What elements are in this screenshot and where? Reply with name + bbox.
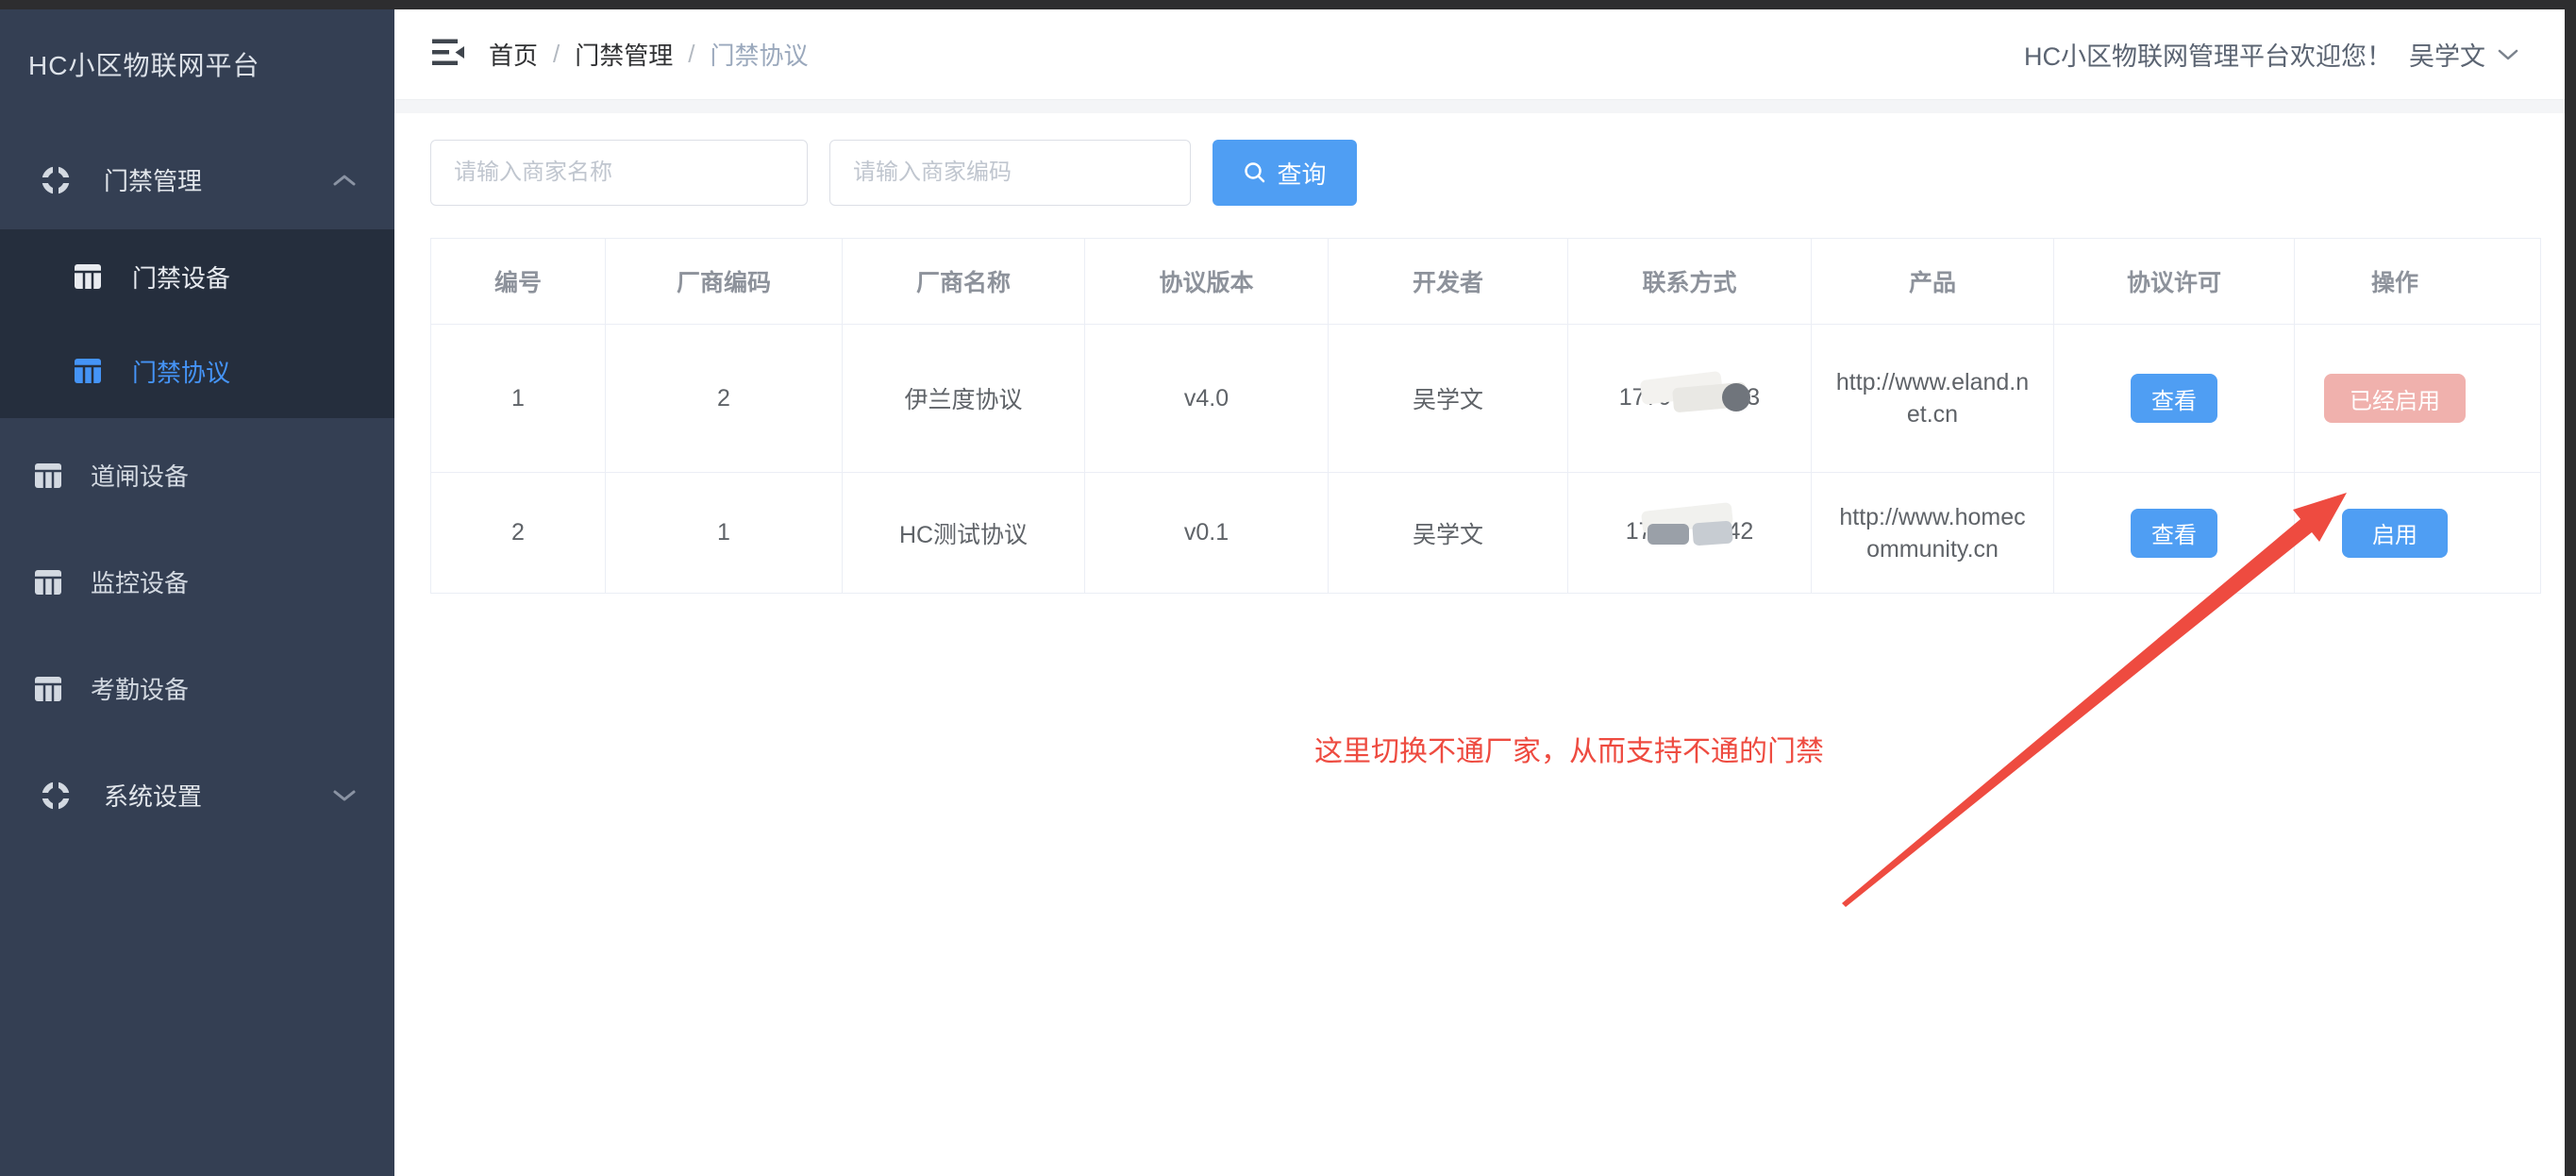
cell-license: 查看	[2053, 472, 2295, 594]
sidebar-item-label: 考勤设备	[91, 676, 190, 704]
cell-no: 1	[430, 324, 606, 473]
screenshot-right-edge	[2565, 0, 2576, 1176]
chevron-up-icon	[333, 175, 356, 185]
cell-version: v0.1	[1084, 472, 1329, 594]
query-button[interactable]: 查询	[1213, 140, 1357, 206]
cell-no: 2	[430, 472, 606, 594]
screenshot-top-edge	[0, 0, 2576, 9]
table-icon	[75, 264, 101, 289]
redaction-smudge	[1641, 501, 1734, 550]
col-developer: 开发者	[1328, 238, 1568, 325]
sidebar-item-access-protocols[interactable]: 门禁协议	[0, 324, 394, 418]
col-version: 协议版本	[1084, 238, 1329, 325]
sidebar-item-attendance-devices[interactable]: 考勤设备	[0, 639, 394, 738]
breadcrumb-home[interactable]: 首页	[489, 37, 538, 72]
col-vendor-code: 厂商编码	[605, 238, 843, 325]
cell-product: http://www.eland.net.cn	[1811, 324, 2054, 473]
col-no: 编号	[430, 238, 606, 325]
redaction-smudge	[1640, 370, 1751, 415]
protocol-table: 编号 厂商编码 厂商名称 协议版本 开发者 联系方式 产品 协议许可 操作 1 …	[430, 238, 2541, 594]
cell-contact: 17742	[1567, 472, 1812, 594]
product-url: http://www.eland.net.cn	[1835, 369, 2030, 428]
sidebar-item-access-management[interactable]: 门禁管理	[0, 130, 394, 229]
sidebar-item-label: 门禁管理	[104, 167, 203, 195]
table-row: 1 2 伊兰度协议 v4.0 吴学文 177943 http://www.ela…	[430, 324, 2541, 473]
chevron-down-icon[interactable]	[2497, 48, 2519, 61]
cell-version: v4.0	[1084, 324, 1329, 473]
main-content: 查询 编号 厂商编码 厂商名称 协议版本 开发者 联系方式 产品 协议许可 操作	[394, 113, 2576, 1176]
col-vendor-name: 厂商名称	[842, 238, 1085, 325]
user-area: HC小区物联网管理平台欢迎您！ 吴学文	[2024, 9, 2519, 99]
view-button[interactable]: 查看	[2131, 374, 2217, 423]
query-button-label: 查询	[1277, 160, 1327, 189]
sidebar-fold-icon[interactable]	[430, 36, 466, 73]
annotation-text: 这里切换不通厂家，从而支持不通的门禁	[1314, 736, 1824, 767]
sidebar-item-label: 门禁协议	[132, 358, 231, 387]
cell-vendor-name: HC测试协议	[842, 472, 1085, 594]
cell-vendor-name: 伊兰度协议	[842, 324, 1085, 473]
sidebar-item-system-settings[interactable]: 系统设置	[0, 746, 394, 845]
app-title: HC小区物联网平台	[28, 51, 260, 80]
table-icon	[35, 569, 61, 595]
cell-actions: 已经启用	[2294, 324, 2541, 473]
breadcrumb-section[interactable]: 门禁管理	[575, 37, 673, 72]
table-icon	[35, 676, 61, 701]
view-button[interactable]: 查看	[2131, 508, 2217, 558]
sidebar-item-monitor-devices[interactable]: 监控设备	[0, 532, 394, 631]
cell-license: 查看	[2053, 324, 2295, 473]
table-row: 2 1 HC测试协议 v0.1 吴学文 17742 http://www.hom…	[430, 472, 2541, 594]
table-header-row: 编号 厂商编码 厂商名称 协议版本 开发者 联系方式 产品 协议许可 操作	[430, 238, 2541, 325]
sidebar-item-label: 道闸设备	[91, 462, 190, 491]
cell-actions: 启用	[2294, 472, 2541, 594]
enable-button[interactable]: 启用	[2342, 508, 2448, 558]
breadcrumb: 首页 / 门禁管理 / 门禁协议	[489, 9, 809, 99]
sidebar-menu: 门禁管理 门禁设备 门禁协议 道闸设备 监控设备 考勤设备 系统设置	[0, 130, 394, 845]
breadcrumb-separator: /	[688, 40, 695, 68]
cell-vendor-code: 1	[605, 472, 843, 594]
table-icon	[35, 462, 61, 488]
col-actions: 操作	[2294, 238, 2541, 325]
top-header: 首页 / 门禁管理 / 门禁协议 HC小区物联网管理平台欢迎您！ 吴学文	[394, 9, 2576, 100]
search-toolbar: 查询	[430, 140, 1357, 206]
header-shadow-band	[394, 100, 2576, 113]
aim-icon	[42, 165, 70, 194]
vendor-code-input[interactable]	[829, 140, 1191, 206]
breadcrumb-current: 门禁协议	[710, 42, 809, 70]
welcome-text: HC小区物联网管理平台欢迎您！	[2024, 42, 2392, 71]
cell-developer: 吴学文	[1328, 472, 1568, 594]
sidebar-submenu-access: 门禁设备 门禁协议	[0, 229, 394, 418]
sidebar-item-label: 系统设置	[104, 782, 203, 811]
sidebar-item-label: 门禁设备	[132, 263, 231, 293]
sidebar: HC小区物联网平台 门禁管理 门禁设备 门禁协议 道闸设备 监控设备 考勤设备 …	[0, 9, 394, 1176]
product-url: http://www.homecommunity.cn	[1839, 503, 2026, 563]
aim-icon	[42, 781, 70, 810]
col-product: 产品	[1811, 238, 2054, 325]
col-license: 协议许可	[2053, 238, 2295, 325]
breadcrumb-separator: /	[553, 40, 560, 68]
vendor-name-input[interactable]	[430, 140, 808, 206]
username[interactable]: 吴学文	[2409, 36, 2485, 73]
cell-product: http://www.homecommunity.cn	[1811, 472, 2054, 594]
col-contact: 联系方式	[1567, 238, 1812, 325]
table-icon	[75, 359, 101, 383]
sidebar-item-barrier-devices[interactable]: 道闸设备	[0, 426, 394, 525]
cell-developer: 吴学文	[1328, 324, 1568, 473]
sidebar-item-label: 监控设备	[91, 569, 190, 597]
search-icon	[1245, 162, 1265, 183]
cell-vendor-code: 2	[605, 324, 843, 473]
chevron-down-icon	[333, 790, 356, 800]
cell-contact: 177943	[1567, 324, 1812, 473]
already-enabled-button[interactable]: 已经启用	[2324, 374, 2466, 423]
sidebar-item-access-devices[interactable]: 门禁设备	[0, 229, 394, 324]
